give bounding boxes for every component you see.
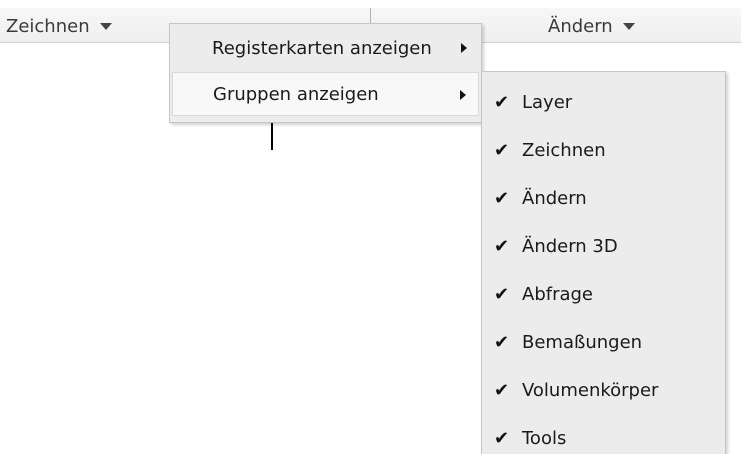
submenu-item-label: Volumenkörper	[522, 379, 659, 401]
submenu-item-bemassungen[interactable]: ✔ Bemaßungen	[482, 318, 725, 366]
chevron-down-icon	[622, 22, 635, 30]
checkmark-icon: ✔	[494, 187, 510, 209]
submenu-item-volumenkoerper[interactable]: ✔ Volumenkörper	[482, 366, 725, 414]
submenu-item-label: Bemaßungen	[522, 331, 643, 353]
submenu-item-abfrage[interactable]: ✔ Abfrage	[482, 270, 725, 318]
context-menu: Registerkarten anzeigen Gruppen anzeigen	[169, 23, 482, 123]
panel-title-zeichnen[interactable]: Zeichnen	[6, 12, 112, 40]
submenu-item-label: Ändern	[522, 187, 587, 209]
submenu-item-aendern[interactable]: ✔ Ändern	[482, 174, 725, 222]
checkmark-icon: ✔	[494, 331, 510, 353]
submenu-arrow-icon	[461, 43, 467, 53]
checkmark-icon: ✔	[494, 427, 510, 449]
menu-item-registerkarten-anzeigen[interactable]: Registerkarten anzeigen	[172, 26, 479, 70]
menu-item-label: Registerkarten anzeigen	[212, 37, 432, 59]
submenu-item-aendern-3d[interactable]: ✔ Ändern 3D	[482, 222, 725, 270]
checkmark-icon: ✔	[494, 91, 510, 113]
submenu-arrow-icon	[460, 90, 466, 100]
checkmark-icon: ✔	[494, 139, 510, 161]
submenu-item-label: Abfrage	[522, 283, 594, 305]
groups-submenu: ✔ Layer ✔ Zeichnen ✔ Ändern ✔ Ändern 3D …	[481, 71, 726, 454]
panel-title-label: Ändern	[548, 15, 613, 37]
submenu-item-label: Tools	[522, 427, 567, 449]
panel-title-aendern[interactable]: Ändern	[548, 12, 635, 40]
menu-item-gruppen-anzeigen[interactable]: Gruppen anzeigen	[172, 72, 479, 116]
submenu-item-tools[interactable]: ✔ Tools	[482, 414, 725, 454]
ribbon-separator	[370, 8, 371, 24]
screen: Zeichnen Ändern Registerkarten anzeigen …	[0, 0, 741, 454]
checkmark-icon: ✔	[494, 283, 510, 305]
submenu-item-zeichnen[interactable]: ✔ Zeichnen	[482, 126, 725, 174]
submenu-item-label: Ändern 3D	[522, 235, 618, 257]
submenu-item-label: Zeichnen	[522, 139, 606, 161]
menu-item-label: Gruppen anzeigen	[213, 83, 379, 105]
panel-title-label: Zeichnen	[6, 15, 90, 37]
chevron-down-icon	[99, 22, 112, 30]
checkmark-icon: ✔	[494, 379, 510, 401]
checkmark-icon: ✔	[494, 235, 510, 257]
submenu-item-layer[interactable]: ✔ Layer	[482, 78, 725, 126]
text-cursor-icon	[271, 123, 273, 150]
submenu-item-label: Layer	[522, 91, 573, 113]
